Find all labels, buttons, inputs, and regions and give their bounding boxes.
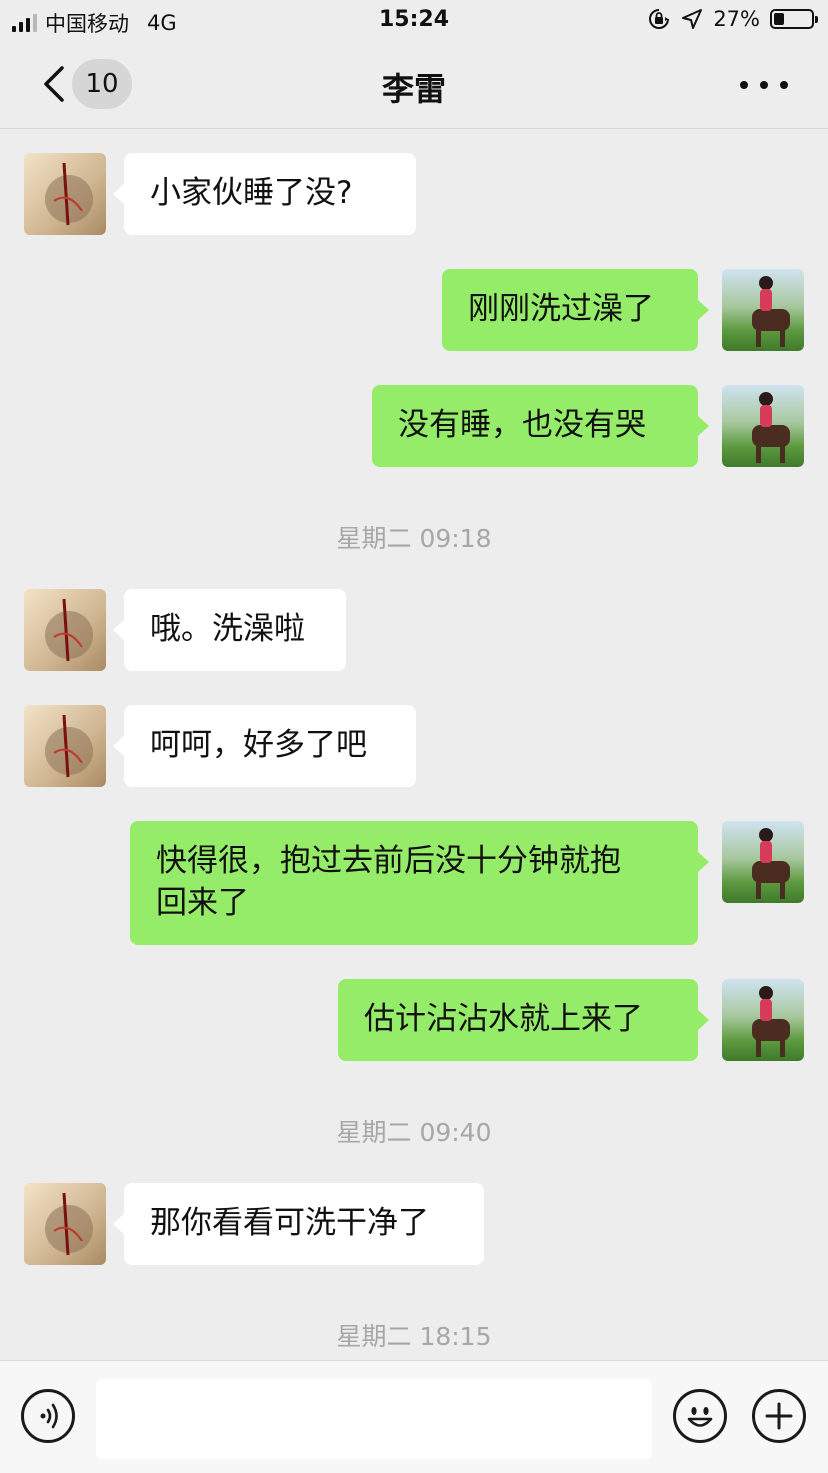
incoming-message[interactable]: 哦。洗澡啦: [124, 589, 346, 671]
more-actions-button[interactable]: [752, 1389, 806, 1443]
chat-header: 10 李雷: [0, 42, 828, 129]
avatar-image: [45, 162, 93, 226]
avatar-image: [752, 986, 790, 1057]
message-timestamp: 星期二 09:18: [336, 524, 492, 553]
bubble-tail: [113, 620, 124, 640]
emoji-button[interactable]: [673, 1389, 727, 1443]
avatar-image: [45, 714, 93, 778]
outgoing-message[interactable]: 刚刚洗过澡了: [442, 269, 698, 351]
incoming-message[interactable]: 呵呵，好多了吧: [124, 705, 416, 787]
bubble-tail: [698, 1010, 709, 1030]
avatar-image: [45, 1192, 93, 1256]
message-timestamp: 星期二 18:15: [336, 1322, 492, 1351]
chat-title: 李雷: [381, 70, 446, 108]
status-right: 27%: [647, 7, 818, 31]
plus-icon: [765, 1402, 793, 1430]
input-bar: [0, 1360, 828, 1473]
avatar-image: [752, 828, 790, 899]
avatar-image: [752, 392, 790, 463]
status-bar: 中国移动 4G 15:24 27%: [0, 0, 828, 42]
bubble-tail: [698, 852, 709, 872]
battery-level: [774, 13, 784, 25]
user-avatar[interactable]: [722, 269, 804, 351]
more-dot: [780, 81, 788, 89]
voice-icon: [40, 1403, 58, 1429]
avatar-image: [752, 276, 790, 347]
avatar-image: [45, 598, 93, 662]
message-input[interactable]: [96, 1379, 652, 1459]
voice-button[interactable]: [21, 1389, 75, 1443]
battery-icon: [770, 9, 818, 29]
message-timestamp: 星期二 09:40: [336, 1118, 492, 1147]
contact-avatar[interactable]: [24, 589, 106, 671]
outgoing-message[interactable]: 快得很，抱过去前后没十分钟就抱 回来了: [130, 821, 698, 945]
emoji-icon: [687, 1407, 713, 1427]
bubble-tail: [113, 1214, 124, 1234]
battery-percent: 27%: [713, 7, 760, 31]
incoming-message[interactable]: 小家伙睡了没?: [124, 153, 416, 235]
user-avatar[interactable]: [722, 979, 804, 1061]
location-icon: [682, 9, 703, 29]
outgoing-message[interactable]: 没有睡，也没有哭: [372, 385, 698, 467]
orientation-lock-icon: [649, 9, 670, 29]
outgoing-message[interactable]: 估计沾沾水就上来了: [338, 979, 698, 1061]
more-button[interactable]: [740, 70, 788, 100]
user-avatar[interactable]: [722, 385, 804, 467]
contact-avatar[interactable]: [24, 705, 106, 787]
more-dots-icon: [740, 81, 748, 89]
bubble-tail: [698, 416, 709, 436]
bubble-tail: [113, 184, 124, 204]
contact-avatar[interactable]: [24, 1183, 106, 1265]
contact-avatar[interactable]: [24, 153, 106, 235]
bubble-tail: [698, 300, 709, 320]
incoming-message[interactable]: 那你看看可洗干净了: [124, 1183, 484, 1265]
more-dot: [760, 81, 768, 89]
user-avatar[interactable]: [722, 821, 804, 903]
bubble-tail: [113, 736, 124, 756]
